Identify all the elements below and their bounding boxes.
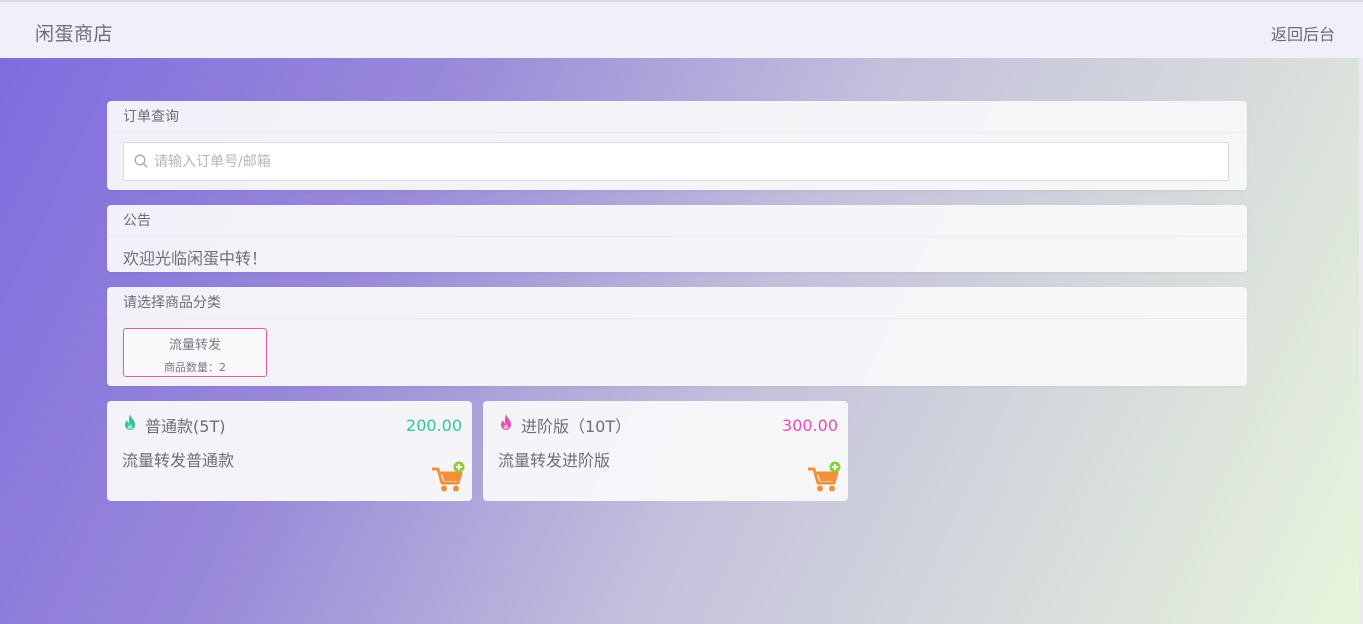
- order-query-panel: 订单查询: [107, 101, 1247, 190]
- search-icon: [134, 154, 148, 168]
- category-count: 商品数量：2: [164, 361, 226, 374]
- product-description: 流量转发普通款: [122, 451, 235, 470]
- category-card[interactable]: 流量转发 商品数量：2: [123, 328, 267, 377]
- order-search-input[interactable]: [154, 143, 1214, 180]
- search-box[interactable]: [123, 142, 1229, 181]
- notice-panel: 公告 欢迎光临闲蛋中转！: [107, 205, 1247, 272]
- flame-icon: [125, 414, 135, 430]
- flame-icon: [501, 414, 511, 430]
- product-price: 200.00: [406, 416, 462, 435]
- category-title: 请选择商品分类: [107, 287, 1247, 319]
- product-description: 流量转发进阶版: [498, 451, 611, 470]
- shop-brand[interactable]: 闲蛋商店: [35, 19, 113, 46]
- notice-text: 欢迎光临闲蛋中转！: [123, 249, 268, 268]
- product-card[interactable]: 普通款(5T) 200.00 流量转发普通款: [107, 401, 472, 501]
- notice-title: 公告: [107, 205, 1247, 237]
- add-to-cart-icon[interactable]: [432, 461, 466, 493]
- order-query-title: 订单查询: [107, 101, 1247, 133]
- product-name: 进阶版（10T）: [521, 417, 632, 436]
- top-navbar: 闲蛋商店 返回后台: [0, 0, 1363, 58]
- category-panel: 请选择商品分类 流量转发 商品数量：2: [107, 287, 1247, 386]
- add-to-cart-icon[interactable]: [808, 461, 842, 493]
- product-price: 300.00: [782, 416, 838, 435]
- product-card[interactable]: 进阶版（10T） 300.00 流量转发进阶版: [483, 401, 848, 501]
- category-name: 流量转发: [168, 338, 221, 353]
- product-name: 普通款(5T): [145, 417, 226, 436]
- back-to-admin-link[interactable]: 返回后台: [1271, 21, 1335, 45]
- scrollbar[interactable]: [1359, 0, 1363, 624]
